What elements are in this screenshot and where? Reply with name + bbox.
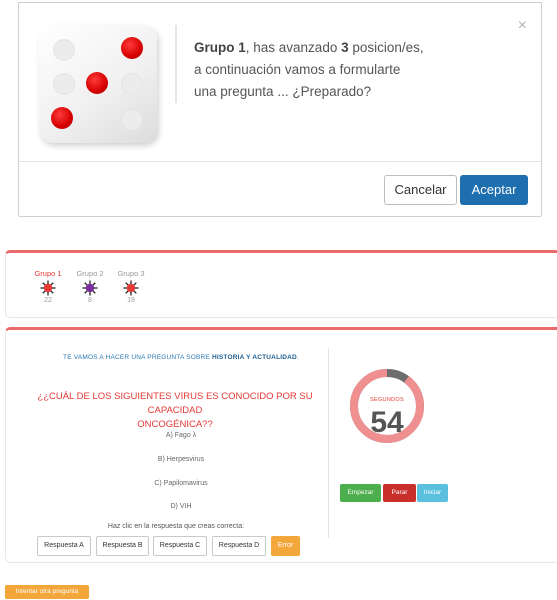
virus-icon (82, 280, 98, 296)
dice-image (39, 25, 157, 143)
modal-message-line2: a continuación vamos a formularte (194, 62, 401, 77)
modal-message: Grupo 1, has avanzado 3 posicion/es, a c… (194, 37, 484, 103)
question-text: ¿¿CUÁL DE LOS SIGUIENTES VIRUS ES CONOCI… (20, 390, 330, 432)
option-b: B) Herpesvirus (157, 456, 205, 463)
cancel-button[interactable]: Cancelar (384, 175, 457, 205)
close-icon[interactable]: × (518, 17, 527, 35)
retry-question-button[interactable]: Intentar otra pregunta (5, 585, 89, 599)
dice-pip-3 (51, 107, 73, 129)
timer-value: 54 (370, 406, 404, 439)
dice-pip-faint (53, 39, 75, 61)
modal-positions: 3 (341, 40, 349, 55)
modal-message-line3: una pregunta ... ¿Preparado? (194, 84, 372, 99)
question-line1: ¿¿CUÁL DE LOS SIGUIENTES VIRUS ES CONOCI… (37, 391, 313, 416)
modal-group-name: Grupo 1 (194, 40, 246, 55)
answer-a-button[interactable]: Respuesta A (37, 536, 91, 556)
modal-text-part1: , has avanzado (245, 40, 342, 55)
option-d: D) VIH (170, 503, 192, 510)
error-button[interactable]: Error (271, 536, 300, 556)
group-item-3: Grupo 3 19 (111, 269, 151, 304)
group-score: 19 (127, 297, 135, 304)
dice-pip-1 (121, 37, 143, 59)
answer-c-button[interactable]: Respuesta C (153, 536, 207, 556)
group-name: Grupo 1 (34, 269, 62, 278)
accept-button[interactable]: Aceptar (460, 175, 528, 205)
reset-button[interactable]: Iniciar (417, 484, 448, 502)
group-item-2: Grupo 2 8 (70, 269, 110, 304)
modal-divider (175, 25, 177, 103)
timer-label: SEGUNDOS (370, 397, 404, 403)
dice-pip-2 (86, 72, 108, 94)
option-a: A) Fago λ (165, 432, 197, 439)
intro-topic: HISTORIA Y ACTUALIDAD (211, 354, 297, 361)
modal-footer-divider (19, 161, 541, 162)
question-intro: TE VAMOS A HACER UNA PREGUNTA SOBRE HIST… (26, 354, 336, 361)
virus-icon (40, 280, 56, 296)
start-button[interactable]: Empezar (340, 484, 381, 502)
dice-pip-faint (121, 109, 143, 131)
group-name: Grupo 3 (117, 269, 145, 278)
question-panel: TE VAMOS A HACER UNA PREGUNTA SOBRE HIST… (5, 327, 557, 563)
intro-suffix: . (296, 354, 299, 361)
option-c: C) Papilomavirus (154, 480, 208, 487)
panel-divider (328, 348, 329, 538)
group-score: 8 (88, 297, 92, 304)
groups-panel: Grupo 1 22 Grupo 2 8 Grupo 3 19 (5, 250, 557, 318)
group-item-1: Grupo 1 22 (28, 269, 68, 304)
modal-message-line1: Grupo 1, has avanzado 3 posicion/es, (194, 37, 484, 59)
confirm-modal: Grupo 1, has avanzado 3 posicion/es, a c… (18, 2, 542, 217)
virus-icon (123, 280, 139, 296)
answer-hint: Haz clic en la respuesta que creas corre… (107, 523, 245, 530)
group-score: 22 (44, 297, 52, 304)
answer-d-button[interactable]: Respuesta D (212, 536, 266, 556)
question-line2: ONCOGÉNICA?? (137, 419, 213, 430)
intro-prefix: TE VAMOS A HACER UNA PREGUNTA SOBRE (63, 354, 212, 361)
modal-text-part2: posicion/es, (348, 40, 424, 55)
group-name: Grupo 2 (76, 269, 104, 278)
dice-pip-faint (53, 73, 75, 95)
dice-pip-faint (121, 73, 143, 95)
stop-button[interactable]: Parar (383, 484, 416, 502)
answer-b-button[interactable]: Respuesta B (96, 536, 149, 556)
